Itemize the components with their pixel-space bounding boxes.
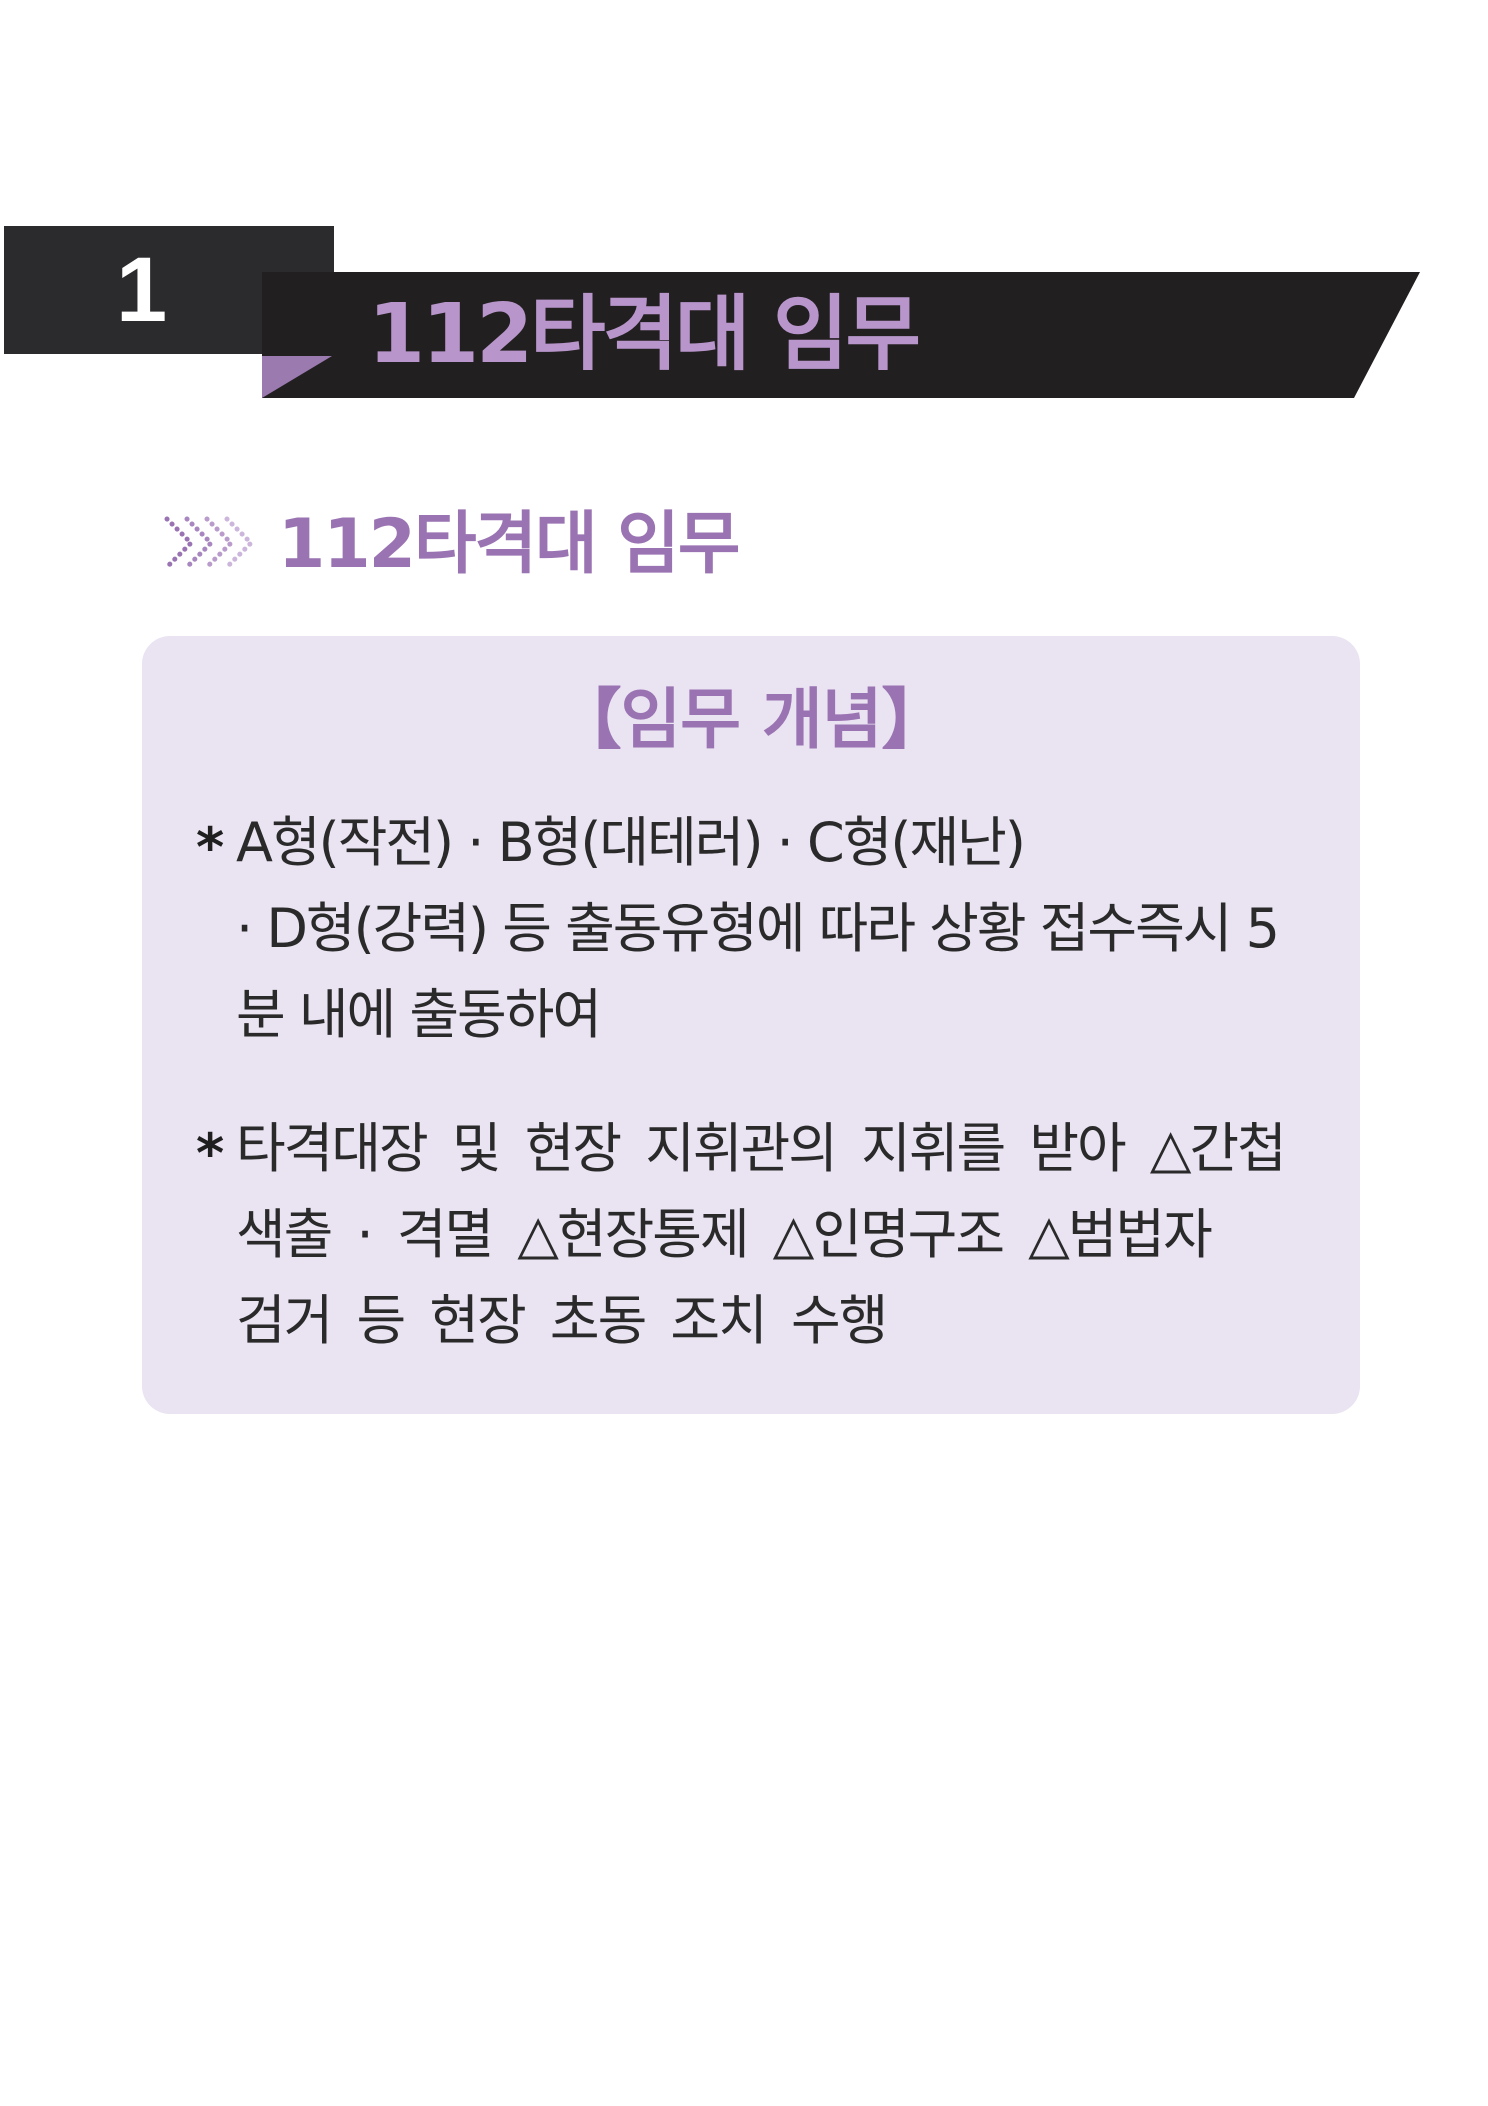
section-title: 112타격대 임무 <box>278 505 740 584</box>
bullet-2-line-3: 검거 등 현장 초동 조치 수행 <box>236 1289 888 1352</box>
bullet-1-line-1: A형(작전) · B형(대테러) · C형(재난) <box>236 811 1026 874</box>
asterisk-icon: * <box>196 816 225 879</box>
bullet-1-line-2: · D형(강력) 등 출동유형에 따라 상황 접수즉시 5 <box>236 897 1280 960</box>
box-heading: 【임무 개념】 <box>555 681 948 758</box>
bullet-2-line-1: 타격대장 및 현장 지휘관의 지휘를 받아 △간첩 <box>236 1117 1287 1180</box>
chevron-arrows-icon <box>164 516 255 570</box>
asterisk-icon: * <box>196 1122 225 1185</box>
chapter-title: 112타격대 임무 <box>368 287 921 382</box>
bullet-2-line-2: 색출 · 격멸 △현장통제 △인명구조 △범법자 <box>236 1203 1213 1266</box>
bullet-1-line-3: 분 내에 출동하여 <box>236 983 602 1046</box>
